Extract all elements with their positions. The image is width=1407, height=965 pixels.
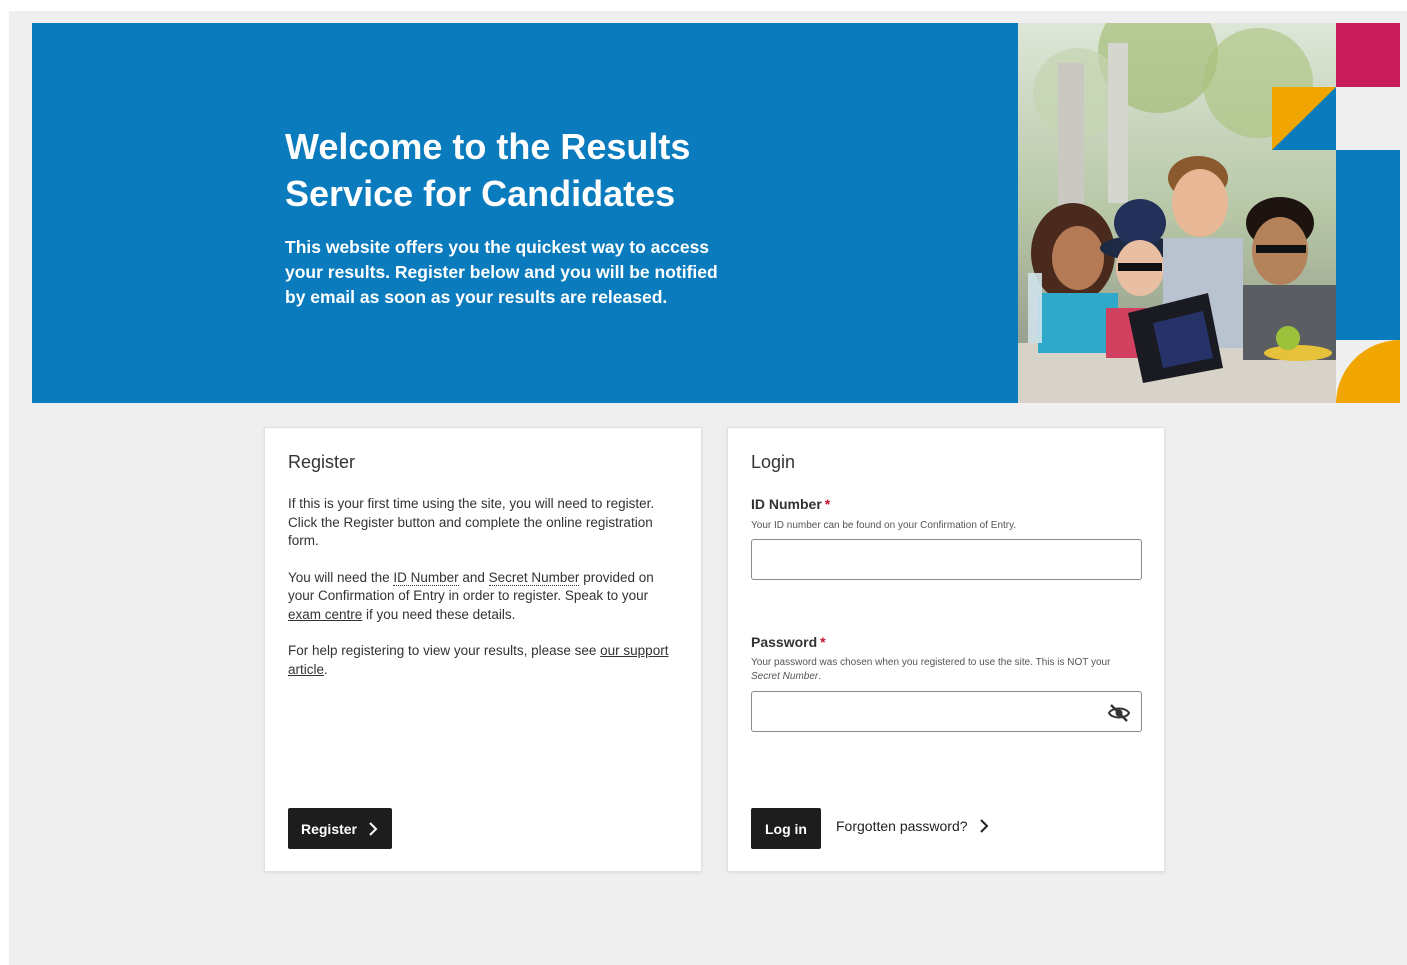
register-paragraph-3: For help registering to view your result… bbox=[288, 642, 683, 679]
secret-number-term[interactable]: Secret Number bbox=[488, 569, 580, 586]
text-span: You will need the bbox=[288, 569, 394, 585]
id-number-hint: Your ID number can be found on your Conf… bbox=[751, 520, 1017, 531]
login-button[interactable]: Log in bbox=[751, 808, 821, 849]
chevron-right-icon bbox=[979, 819, 988, 833]
students-photo-illustration bbox=[1018, 23, 1400, 403]
required-mark: * bbox=[820, 634, 826, 650]
password-hint: Your password was chosen when you regist… bbox=[751, 656, 1141, 684]
hero-title: Welcome to the Results Service for Candi… bbox=[285, 126, 691, 214]
hero-text: Welcome to the Results Service for Candi… bbox=[285, 123, 725, 310]
forgotten-password-link[interactable]: Forgotten password? bbox=[836, 818, 990, 834]
register-button[interactable]: Register bbox=[288, 808, 392, 849]
text-span: For help registering to view your result… bbox=[288, 643, 601, 658]
login-button-label: Log in bbox=[765, 820, 807, 837]
register-heading: Register bbox=[288, 452, 356, 472]
eye-off-icon[interactable] bbox=[1107, 703, 1131, 723]
register-button-label: Register bbox=[300, 820, 358, 837]
forgotten-password-label: Forgotten password? bbox=[836, 818, 968, 834]
secret-number-term: Secret Number bbox=[751, 671, 819, 682]
password-input[interactable] bbox=[751, 691, 1142, 732]
text-span: and bbox=[458, 569, 489, 585]
id-number-input[interactable] bbox=[751, 539, 1142, 580]
register-description: If this is your first time using the sit… bbox=[288, 495, 683, 697]
text-span: if you need these details. bbox=[362, 606, 516, 622]
register-paragraph-1: If this is your first time using the sit… bbox=[288, 496, 655, 548]
register-card: Register If this is your first time usin… bbox=[264, 427, 702, 872]
text-span: Your password was chosen when you regist… bbox=[751, 657, 1111, 668]
id-number-term[interactable]: ID Number bbox=[393, 569, 459, 586]
page-background: Welcome to the Results Service for Candi… bbox=[9, 11, 1407, 965]
hero-banner: Welcome to the Results Service for Candi… bbox=[32, 23, 1018, 403]
register-paragraph-2: You will need the ID Number and Secret N… bbox=[288, 569, 683, 625]
text-span: . bbox=[818, 671, 822, 682]
exam-centre-link[interactable]: exam centre bbox=[288, 607, 362, 622]
chevron-right-icon bbox=[369, 821, 378, 836]
id-label-text: ID Number bbox=[751, 496, 822, 512]
id-number-label: ID Number * bbox=[751, 496, 830, 512]
password-label: Password * bbox=[751, 634, 826, 650]
login-card: Login ID Number * Your ID number can be f… bbox=[727, 427, 1165, 872]
required-mark: * bbox=[824, 496, 831, 512]
password-label-text: Password bbox=[751, 634, 818, 650]
text-span: . bbox=[324, 661, 328, 677]
hero-photo bbox=[1018, 23, 1400, 403]
login-heading: Login bbox=[751, 452, 796, 472]
hero-subtitle: This website offers you the quickest way… bbox=[285, 237, 718, 307]
